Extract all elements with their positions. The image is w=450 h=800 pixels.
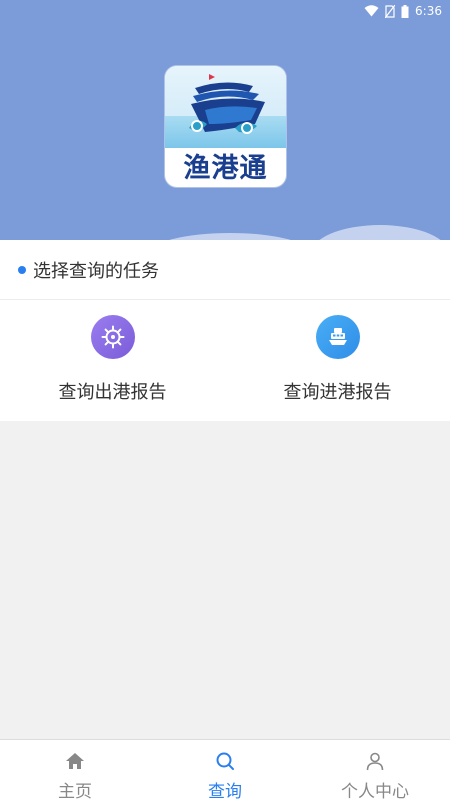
bullet-dot — [18, 265, 26, 274]
section-title-text: 选择查询的任务 — [33, 260, 159, 282]
app-logo: 渔港通 — [165, 66, 286, 187]
no-sim-icon — [385, 4, 396, 18]
header-wave — [150, 233, 310, 240]
option-label: 查询出港报告 — [58, 382, 167, 403]
tab-label: 个人中心 — [341, 782, 409, 800]
ship-icon — [189, 74, 265, 134]
tab-home[interactable]: 主页 — [0, 740, 150, 800]
tab-query[interactable]: 查询 — [150, 740, 300, 800]
search-icon — [216, 752, 234, 770]
status-time: 6:36 — [415, 4, 442, 18]
bottom-tab-bar: 主页 查询 个人中心 — [0, 739, 450, 800]
tab-label: 主页 — [58, 782, 92, 800]
logo-text: 渔港通 — [183, 153, 268, 184]
query-options: 查询出港报告 查询进港报告 — [0, 300, 450, 421]
tab-label: 查询 — [208, 782, 242, 800]
header-banner: 渔港通 — [0, 0, 450, 240]
wifi-icon — [364, 5, 379, 17]
query-arrival-report-button[interactable]: 查询进港报告 — [225, 300, 450, 421]
query-departure-report-button[interactable]: 查询出港报告 — [0, 300, 225, 421]
option-label: 查询进港报告 — [283, 382, 392, 403]
ferry-icon — [315, 315, 360, 359]
user-icon — [366, 752, 384, 771]
ship-wheel-icon — [90, 315, 135, 359]
tab-profile[interactable]: 个人中心 — [300, 740, 450, 800]
status-bar: 6:36 — [0, 0, 450, 22]
header-wave — [310, 225, 450, 240]
home-icon — [66, 753, 84, 769]
battery-icon — [401, 4, 409, 18]
section-title: 选择查询的任务 — [0, 240, 450, 300]
